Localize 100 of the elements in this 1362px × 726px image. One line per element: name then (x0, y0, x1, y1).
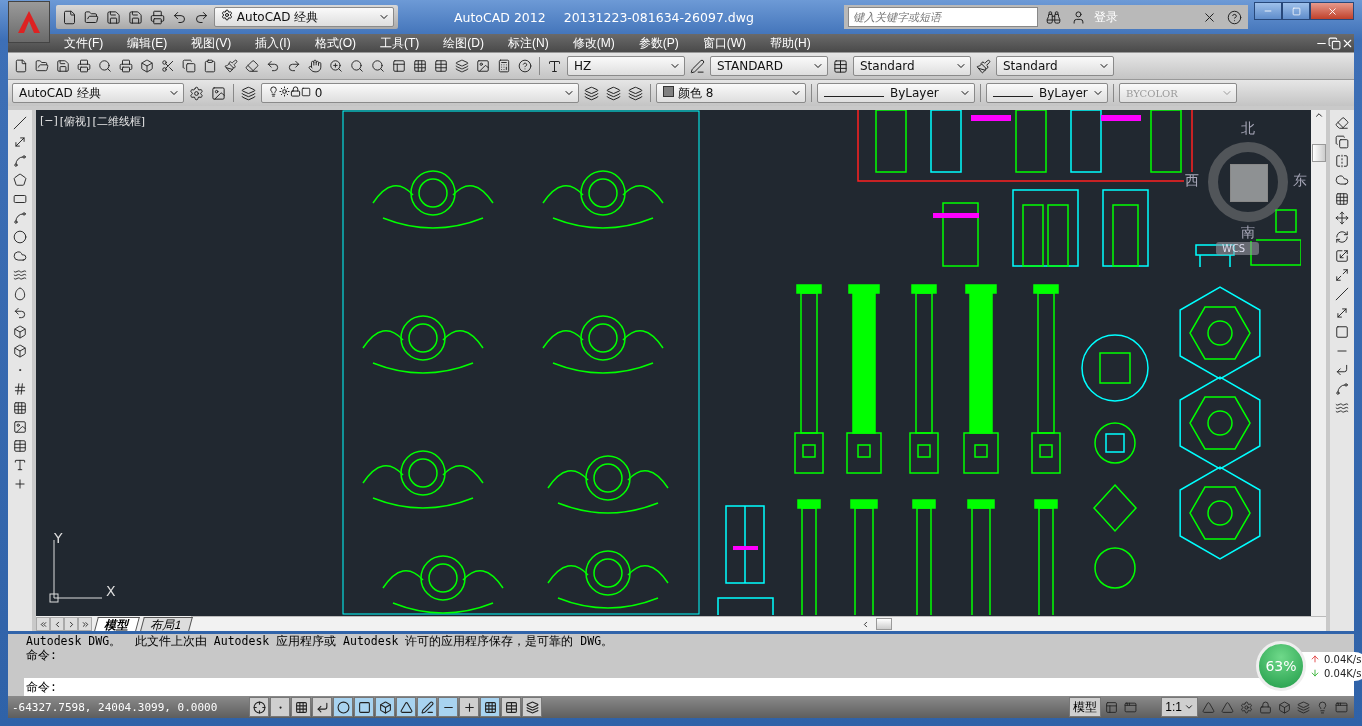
zoom-previous-icon[interactable] (369, 57, 387, 75)
viewport-label[interactable]: [−] (40, 114, 58, 129)
ucs-icon[interactable] (417, 697, 437, 717)
stretch-icon[interactable] (1333, 266, 1351, 284)
arc-icon[interactable] (11, 209, 29, 227)
last-tab-button[interactable] (78, 617, 92, 631)
minimize-button[interactable] (1254, 2, 1282, 20)
object-snap-3d-icon[interactable] (375, 697, 395, 717)
sheet-set-icon[interactable] (453, 57, 471, 75)
grid-icon[interactable] (291, 697, 311, 717)
dynamic-input-icon[interactable] (438, 697, 458, 717)
lightbulb-icon[interactable] (268, 86, 279, 97)
model-space-button[interactable]: 模型 (1069, 697, 1102, 717)
transparency-icon[interactable] (480, 697, 500, 717)
block-editor-icon[interactable] (243, 57, 261, 75)
vertical-scrollbar[interactable] (1311, 110, 1326, 616)
gradient-icon[interactable] (11, 399, 29, 417)
rotate-icon[interactable] (1333, 228, 1351, 246)
properties-icon[interactable] (390, 57, 408, 75)
make-block-icon[interactable] (11, 342, 29, 360)
move-icon[interactable] (1333, 209, 1351, 227)
lineweight-dropdown[interactable]: ByLayer (986, 83, 1108, 103)
menu-item[interactable]: 修改(M) (560, 34, 627, 52)
trim-icon[interactable] (1333, 285, 1351, 303)
hardware-acceleration-icon[interactable] (1276, 698, 1293, 716)
scroll-up-icon[interactable] (1313, 110, 1324, 120)
linetype-dropdown[interactable]: ByLayer (817, 83, 975, 103)
close-button[interactable] (1310, 2, 1354, 20)
menu-item[interactable]: 格式(O) (302, 34, 368, 52)
copy-icon[interactable] (1333, 133, 1351, 151)
layout-tab[interactable]: 模型 (94, 617, 140, 631)
text-style-dropdown[interactable]: HZ (567, 56, 685, 76)
match-properties-icon[interactable] (222, 57, 240, 75)
break-icon[interactable] (1333, 323, 1351, 341)
polar-icon[interactable] (333, 697, 353, 717)
copy-icon[interactable] (180, 57, 198, 75)
workspace-dropdown[interactable]: AutoCAD 经典 (12, 83, 184, 103)
horizontal-scrollbar[interactable] (190, 616, 1326, 631)
scroll-thumb[interactable] (875, 618, 892, 630)
save-icon[interactable] (54, 57, 72, 75)
circle-icon[interactable] (11, 228, 29, 246)
zoom-window-icon[interactable] (348, 57, 366, 75)
tracking-icon[interactable] (396, 697, 416, 717)
polyline-icon[interactable] (11, 152, 29, 170)
layout-tab[interactable]: 布局1 (140, 617, 193, 631)
next-tab-button[interactable] (64, 617, 78, 631)
previous-tab-button[interactable] (50, 617, 64, 631)
polygon-icon[interactable] (11, 171, 29, 189)
multileader-style-dropdown[interactable]: Standard (996, 56, 1114, 76)
menu-item[interactable]: 工具(T) (368, 34, 432, 52)
menu-item[interactable]: 窗口(W) (690, 34, 758, 52)
publish-icon[interactable] (117, 57, 135, 75)
region-icon[interactable] (11, 418, 29, 436)
markup-icon[interactable] (474, 57, 492, 75)
menu-item[interactable]: 帮助(H) (758, 34, 823, 52)
isolate-objects-icon[interactable] (1295, 698, 1312, 716)
menu-item[interactable]: 绘图(D) (431, 34, 496, 52)
workspace-dropdown[interactable]: AutoCAD 经典 (214, 7, 394, 27)
cube-icon[interactable] (138, 57, 156, 75)
insert-block-icon[interactable] (11, 323, 29, 341)
tool-palettes-icon[interactable] (432, 57, 450, 75)
line-icon[interactable] (11, 114, 29, 132)
erase-icon[interactable] (1333, 114, 1351, 132)
viewport-label[interactable]: [俯视] (59, 114, 91, 129)
ortho-icon[interactable] (312, 697, 332, 717)
viewport-label[interactable]: [二维线框] (92, 114, 145, 129)
compass-direction[interactable]: 西 (1184, 172, 1200, 189)
compass-direction[interactable]: 东 (1292, 172, 1308, 189)
compass-direction[interactable]: 南 (1240, 224, 1256, 241)
menu-item[interactable]: 插入(I) (243, 34, 303, 52)
quick-properties-icon[interactable] (501, 697, 521, 717)
menu-item[interactable]: 视图(V) (179, 34, 244, 52)
print-icon[interactable] (75, 57, 93, 75)
fillet-icon[interactable] (1333, 380, 1351, 398)
table-style-dropdown[interactable]: Standard (853, 56, 971, 76)
sun-icon[interactable] (279, 86, 290, 97)
dimension-style-dropdown[interactable]: STANDARD (710, 56, 828, 76)
mirror-icon[interactable] (1333, 152, 1351, 170)
menu-item[interactable]: 参数(P) (626, 34, 691, 52)
color-square-icon[interactable] (301, 87, 311, 97)
help-icon[interactable] (516, 57, 534, 75)
pan-icon[interactable] (306, 57, 324, 75)
layer-dropdown[interactable]: 0 (261, 83, 579, 103)
array-icon[interactable] (1333, 190, 1351, 208)
workspace-settings-icon[interactable] (1238, 698, 1255, 716)
menu-item[interactable]: 文件(F) (52, 34, 116, 52)
compass-direction[interactable]: 北 (1240, 120, 1256, 137)
maximize-button[interactable] (1282, 2, 1310, 20)
preview-icon[interactable] (96, 57, 114, 75)
color-dropdown[interactable]: 颜色 8 (656, 83, 806, 103)
lock-icon[interactable] (290, 86, 301, 97)
infer-icon[interactable] (249, 697, 269, 717)
scale-icon[interactable] (1333, 247, 1351, 265)
search-field[interactable]: 键入关键字或短语 (848, 7, 1038, 27)
scroll-thumb[interactable] (1311, 144, 1326, 162)
lineweight-icon[interactable] (459, 697, 479, 717)
table-icon[interactable] (11, 437, 29, 455)
design-center-icon[interactable] (411, 57, 429, 75)
ucs-menu[interactable]: WCS (1216, 242, 1260, 255)
drawing-canvas[interactable]: [−] [俯视] [二维线框] Y X 北 西 东 南 WCS (36, 110, 1311, 616)
